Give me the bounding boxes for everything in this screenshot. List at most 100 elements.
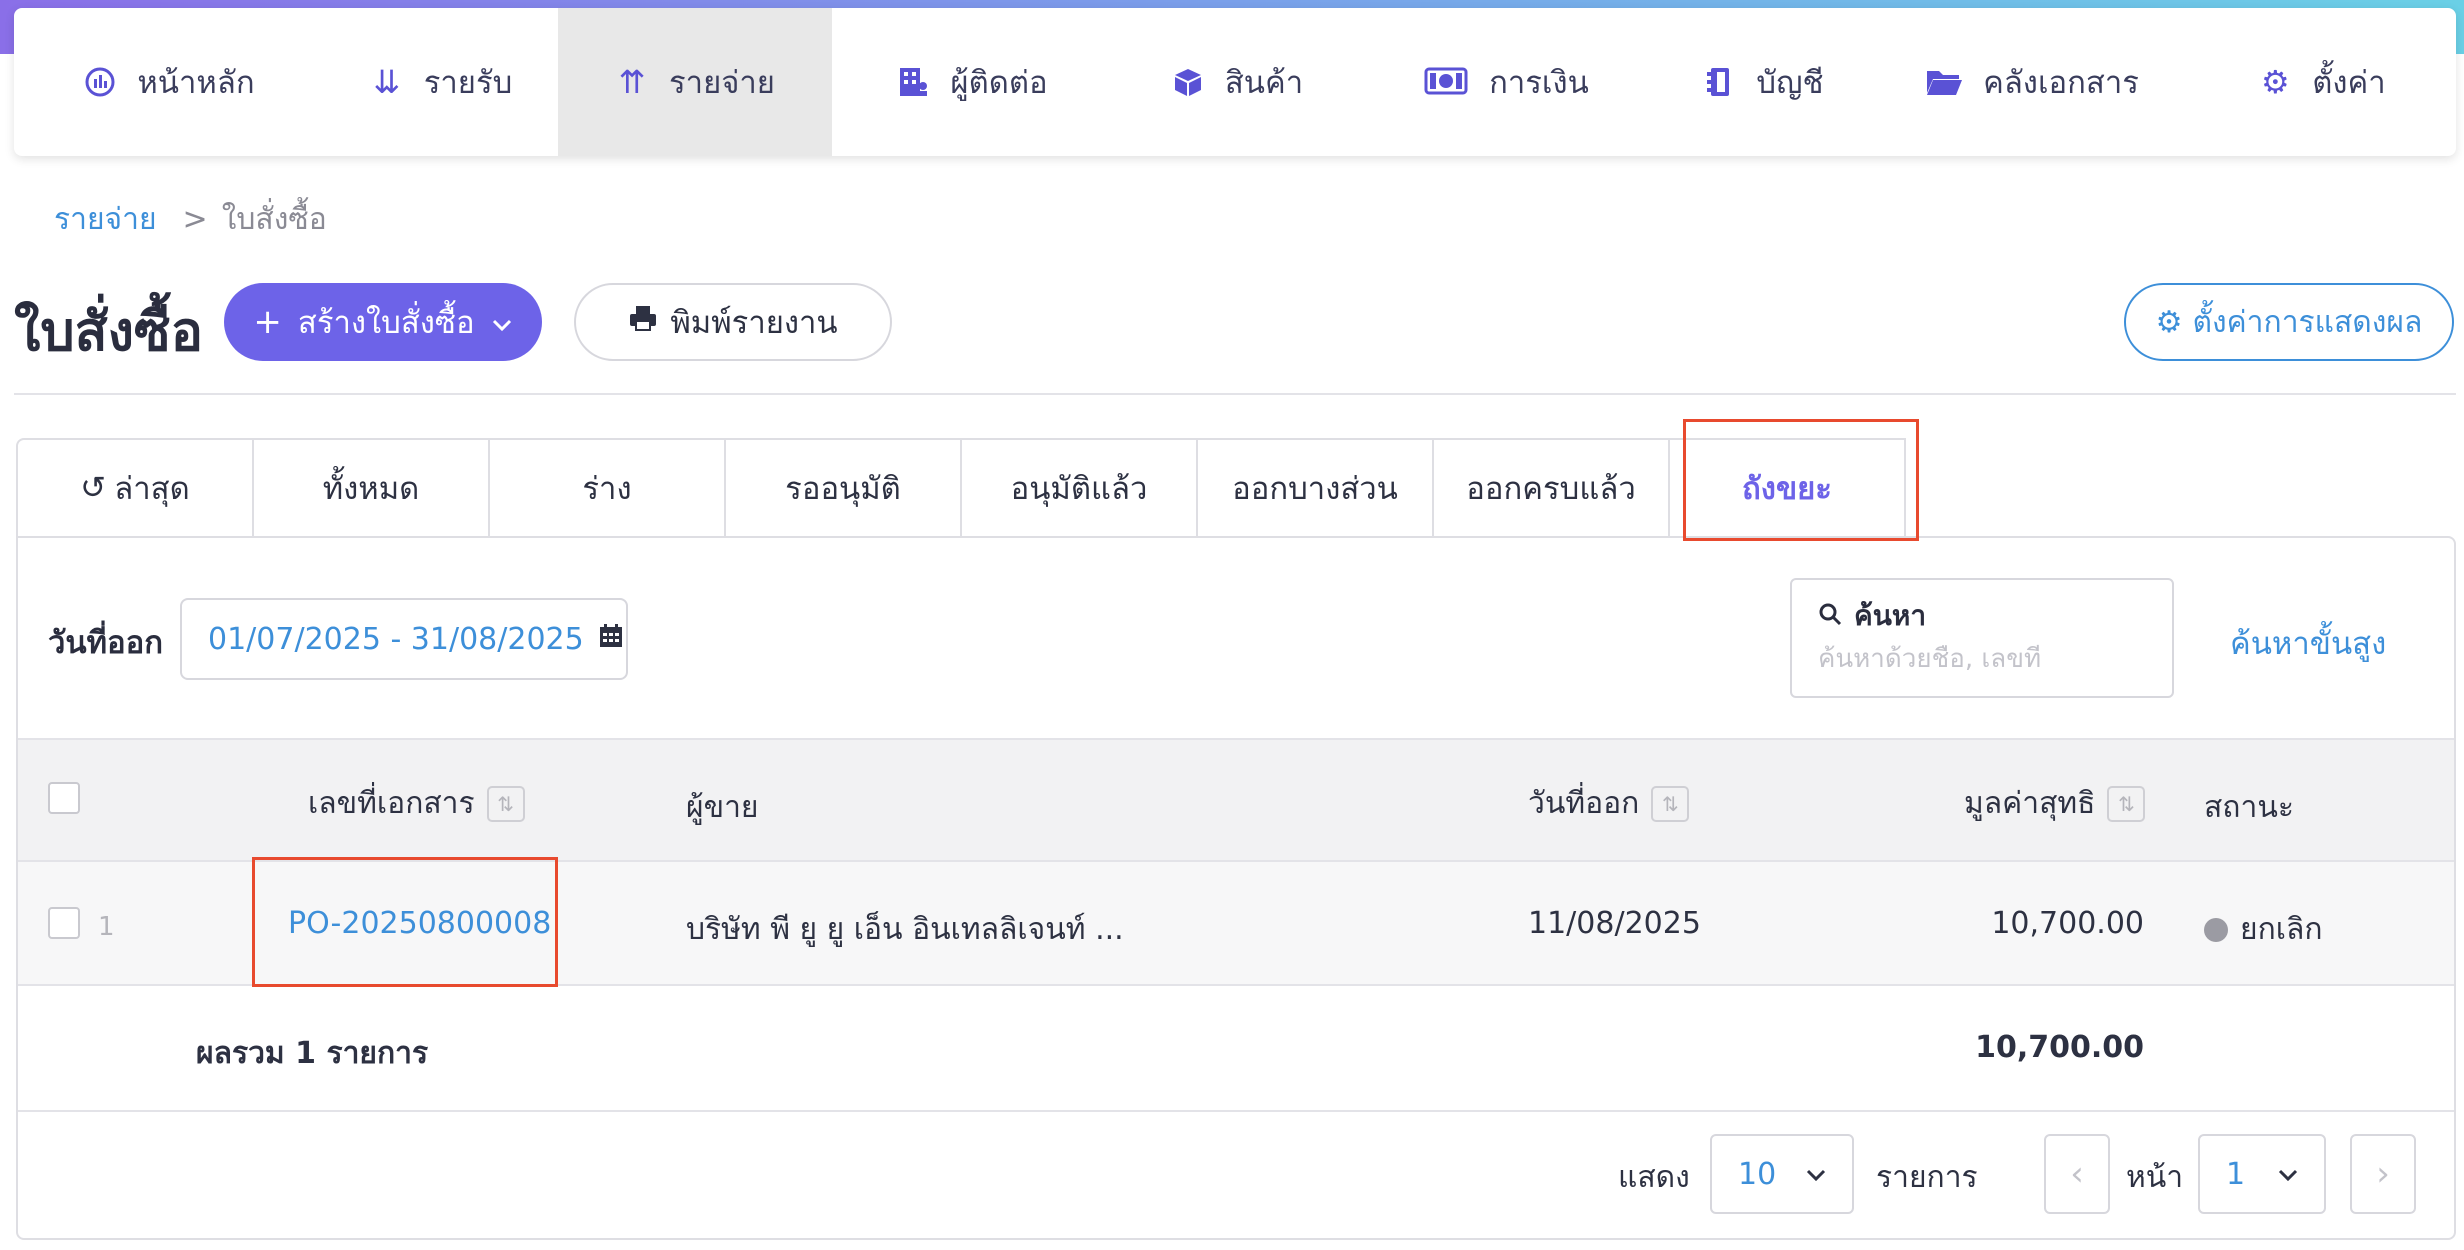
search-input[interactable] (1818, 644, 2138, 674)
display-settings-button[interactable]: ⚙ ตั้งค่าการแสดงผล (2124, 283, 2454, 361)
page-size-value: 10 (1738, 1156, 1777, 1192)
header-vendor: ผู้ขาย (686, 790, 759, 825)
vendor-name: บริษัท พี ยู ยู เอ็น อินเทลลิเจนท์ ... (686, 912, 1124, 947)
row-index: 1 (98, 912, 115, 942)
prev-page-button[interactable]: ‹ (2044, 1134, 2110, 1214)
ledger-book-icon (1702, 66, 1736, 98)
gear-icon: ⚙ (2260, 63, 2290, 101)
breadcrumb: รายจ่าย > ใบสั่งซื้อ (54, 196, 327, 243)
tab-fully-issued[interactable]: ออกครบแล้ว (1432, 438, 1670, 538)
chevron-down-icon (2278, 1162, 2298, 1187)
main-nav: หน้าหลัก ⇊ รายรับ ⇈ รายจ่าย ผู้ติดต่อ สิ… (14, 8, 2456, 156)
breadcrumb-current: ใบสั่งซื้อ (221, 202, 327, 237)
nav-label-expense: รายจ่าย (669, 65, 775, 101)
next-page-button[interactable]: › (2350, 1134, 2416, 1214)
nav-item-products[interactable]: สินค้า (1112, 8, 1362, 156)
nav-item-expense[interactable]: ⇈ รายจ่าย (558, 8, 832, 156)
contacts-building-icon (896, 66, 930, 98)
plus-icon: + (253, 302, 282, 342)
tab-label: รออนุมัติ (785, 471, 901, 507)
tab-approved[interactable]: อนุมัติแล้ว (960, 438, 1198, 538)
summary-row: ผลรวม 1 รายการ 10,700.00 (18, 986, 2454, 1112)
trash-tab-highlight (1683, 419, 1919, 541)
income-sort-icon: ⇊ (373, 63, 401, 101)
select-all-checkbox[interactable] (48, 782, 80, 814)
status-dot (2204, 917, 2228, 942)
search-icon (1818, 600, 1842, 633)
page-size-select[interactable]: 10 (1710, 1134, 1854, 1214)
nav-item-contacts[interactable]: ผู้ติดต่อ (832, 8, 1112, 156)
chevron-down-icon (1806, 1162, 1826, 1187)
nav-label-contacts: ผู้ติดต่อ (950, 65, 1048, 101)
status-tabs: ↺ ล่าสุด ทั้งหมด ร่าง รออนุมัติ อนุมัติแ… (16, 438, 1906, 538)
nav-label-settings: ตั้งค่า (2312, 65, 2386, 101)
box-icon (1171, 66, 1205, 98)
nav-item-home[interactable]: หน้าหลัก (14, 8, 324, 156)
header-status: สถานะ (2204, 790, 2294, 825)
tab-all[interactable]: ทั้งหมด (252, 438, 490, 538)
chevron-down-icon (491, 304, 513, 340)
nav-item-settings[interactable]: ⚙ ตั้งค่า (2188, 8, 2456, 156)
items-label: รายการ (1876, 1160, 1978, 1195)
nav-label-accounting: บัญชี (1756, 65, 1824, 101)
history-icon: ↺ (80, 470, 107, 506)
print-report-button[interactable]: พิมพ์รายงาน (574, 283, 892, 361)
page-number-value: 1 (2226, 1156, 2246, 1192)
tab-label: ล่าสุด (114, 471, 190, 507)
sort-net-value-icon[interactable]: ⇅ (2107, 785, 2146, 822)
tab-label: ทั้งหมด (322, 471, 420, 507)
net-value: 10,700.00 (1991, 906, 2144, 941)
date-range-picker[interactable]: 01/07/2025 - 31/08/2025 (180, 598, 628, 680)
search-box: ค้นหา (1790, 578, 2174, 698)
page-number-select[interactable]: 1 (2198, 1134, 2326, 1214)
search-label: ค้นหา (1854, 599, 1927, 632)
tab-partially-issued[interactable]: ออกบางส่วน (1196, 438, 1434, 538)
tab-label: ออกครบแล้ว (1466, 471, 1636, 507)
create-purchase-order-button[interactable]: + สร้างใบสั่งซื้อ (224, 283, 542, 361)
status-text: ยกเลิก (2240, 912, 2323, 947)
show-label: แสดง (1618, 1160, 1690, 1195)
header-issue-date: วันที่ออก (1528, 786, 1640, 821)
nav-label-documents: คลังเอกสาร (1983, 65, 2139, 101)
print-button-label: พิมพ์รายงาน (670, 305, 838, 341)
row-checkbox[interactable] (48, 907, 80, 939)
sort-issue-date-icon[interactable]: ⇅ (1651, 785, 1690, 822)
summary-total: 10,700.00 (1975, 1030, 2144, 1065)
page-title: ใบสั่งซื้อ (14, 300, 204, 363)
money-icon (1423, 67, 1469, 97)
page-label: หน้า (2126, 1160, 2184, 1195)
advanced-search-link[interactable]: ค้นหาขั้นสูง (2230, 618, 2386, 668)
calendar-icon (598, 622, 624, 657)
chevron-left-icon: ‹ (2070, 1154, 2084, 1194)
dashboard-icon (83, 66, 117, 98)
create-button-label: สร้างใบสั่งซื้อ (297, 305, 475, 341)
breadcrumb-expense-link[interactable]: รายจ่าย (54, 196, 157, 243)
nav-item-finance[interactable]: การเงิน (1362, 8, 1650, 156)
tab-draft[interactable]: ร่าง (488, 438, 726, 538)
date-range-value: 01/07/2025 - 31/08/2025 (208, 621, 584, 657)
nav-label-home: หน้าหลัก (137, 65, 255, 101)
folder-icon (1925, 67, 1963, 97)
nav-label-finance: การเงิน (1489, 65, 1589, 101)
display-settings-label: ตั้งค่าการแสดงผล (2192, 304, 2423, 340)
sort-doc-no-icon[interactable]: ⇅ (486, 785, 525, 822)
expense-sort-icon: ⇈ (618, 63, 646, 101)
nav-item-accounting[interactable]: บัญชี (1650, 8, 1876, 156)
printer-icon (628, 304, 658, 340)
tab-label: ร่าง (582, 471, 632, 507)
nav-label-products: สินค้า (1224, 65, 1304, 101)
breadcrumb-separator: > (182, 202, 208, 237)
header-net-value: มูลค่าสุทธิ (1964, 786, 2096, 821)
date-filter-label: วันที่ออก (48, 625, 164, 661)
gear-icon: ⚙ (2155, 304, 2183, 340)
doc-number-highlight (252, 857, 558, 987)
nav-item-documents[interactable]: คลังเอกสาร (1876, 8, 2188, 156)
tab-latest[interactable]: ↺ ล่าสุด (16, 438, 254, 538)
nav-label-income: รายรับ (423, 65, 513, 101)
header-divider (14, 393, 2456, 395)
nav-item-income[interactable]: ⇊ รายรับ (324, 8, 558, 156)
table-header: เลขที่เอกสาร ⇅ ผู้ขาย วันที่ออก ⇅ มูลค่า… (18, 738, 2454, 862)
tab-pending-approval[interactable]: รออนุมัติ (724, 438, 962, 538)
header-doc-no: เลขที่เอกสาร (308, 786, 475, 821)
tab-label: อนุมัติแล้ว (1010, 471, 1148, 507)
